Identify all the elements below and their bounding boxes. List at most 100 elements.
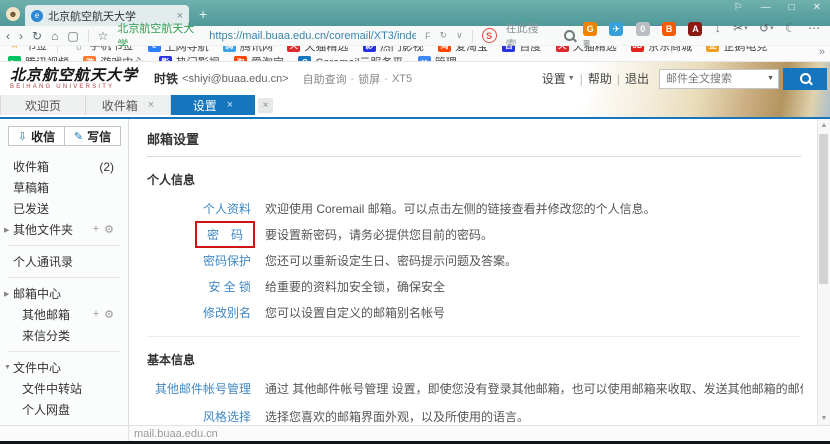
account-settings-gear-icon[interactable]: ⚙ xyxy=(104,308,114,321)
bookmark-penguin-esports[interactable]: 企 企鹅电竞 xyxy=(706,46,767,54)
find-on-page-button[interactable] xyxy=(564,30,575,41)
folder-settings-gear-icon[interactable]: ⚙ xyxy=(104,223,114,236)
refresh-icon[interactable]: ↻ xyxy=(32,29,42,43)
chevron-down-icon[interactable]: ▼ xyxy=(4,364,11,371)
user-email: <shiyi@buaa.edu.cn> xyxy=(182,73,289,85)
close-window-button[interactable]: ✕ xyxy=(804,0,830,15)
more-icon[interactable]: ⋯ xyxy=(808,21,821,35)
help-link[interactable]: 帮助 xyxy=(588,70,612,87)
shopping-bag-icon[interactable]: B xyxy=(662,22,677,36)
session-restore-icon[interactable]: ↺ ▾ xyxy=(759,21,774,35)
sidebar-item-other-folders[interactable]: ▶ 其他文件夹 + ⚙ xyxy=(0,219,128,240)
bookmarks-overflow-icon[interactable]: » xyxy=(817,46,827,58)
bookmark-coremail[interactable]: C Coremail云服务平 xyxy=(298,54,403,62)
close-tab-icon[interactable]: × xyxy=(227,99,233,111)
address-dropdown-icon[interactable]: ∨ xyxy=(456,30,463,41)
bookmark-tencent-video[interactable]: ▶ 腾讯视频 xyxy=(8,54,69,62)
bookmark-star[interactable]: ★ 书签 xyxy=(8,46,58,53)
sidebar-item-personal-disk[interactable]: 个人网盘 xyxy=(0,399,128,420)
settings-menu-link[interactable]: 设置 xyxy=(542,70,566,87)
night-mode-icon[interactable]: ☾ xyxy=(785,21,797,35)
bookmark-tencent[interactable]: 腾 腾讯网 xyxy=(223,46,273,54)
scrollbar-thumb[interactable] xyxy=(819,134,828,284)
tab-settings[interactable]: 设置 × xyxy=(171,95,255,115)
bookmark-tmall-2[interactable]: 天 天猫精选 xyxy=(556,46,617,54)
bookmark-label: 京东商城 xyxy=(648,46,692,54)
search-engine-icon[interactable]: S xyxy=(482,28,497,43)
tab-inbox[interactable]: 收件箱 × xyxy=(86,95,171,115)
tab-grid-icon[interactable]: ▢ xyxy=(67,29,78,43)
sidebar-item-mail-center[interactable]: ▶ 邮箱中心 xyxy=(0,283,128,304)
bookmark-favicon: 天 xyxy=(556,46,569,52)
download-icon[interactable]: ↓ xyxy=(715,21,722,35)
sidebar-item-mail-filters[interactable]: 来信分类 xyxy=(0,325,128,346)
bookmark-mobile[interactable]: ▯ 手机书签 xyxy=(72,46,133,53)
settings-item-link[interactable]: 个人资料 xyxy=(203,202,251,216)
chevron-right-icon[interactable]: ▶ xyxy=(4,226,9,234)
bookmark-taobao-2[interactable]: 淘 爱淘宝 xyxy=(234,54,284,62)
add-folder-button[interactable]: + xyxy=(93,223,99,236)
tab-close-stub[interactable]: × xyxy=(258,98,273,113)
forward-icon[interactable]: › xyxy=(19,29,23,43)
bookmark-taobao[interactable]: 淘 爱淘宝 xyxy=(438,46,488,54)
settings-item-link[interactable]: 修改别名 xyxy=(203,306,251,320)
lock-screen-link[interactable]: 锁屏 xyxy=(358,71,380,87)
settings-item-desc: 要设置新密码，请务必提供您目前的密码。 xyxy=(265,226,493,243)
search-scope-caret-icon[interactable]: ▼ xyxy=(767,75,774,82)
bird-icon[interactable]: ✈ xyxy=(609,22,624,36)
scroll-up-icon[interactable]: ▲ xyxy=(818,122,830,129)
browser-profile-avatar[interactable]: ☻ xyxy=(6,7,20,21)
settings-item-link[interactable]: 密码保护 xyxy=(203,254,251,268)
settings-item-link[interactable]: 密 码 xyxy=(195,221,255,248)
bookmark-movies-3[interactable]: 影 热门影视 xyxy=(159,54,220,62)
bookmark-admin[interactable]: ∷ 管理 xyxy=(418,54,457,62)
sidebar-item-file-transfer[interactable]: 文件中转站 xyxy=(0,378,128,399)
bookmark-nav[interactable]: e 上网导航 xyxy=(148,46,209,54)
chevron-right-icon[interactable]: ▶ xyxy=(4,290,9,298)
mail-search-button[interactable] xyxy=(783,68,827,90)
compose-mail-button[interactable]: ✎ 写信 xyxy=(65,126,121,146)
maximize-button[interactable]: □ xyxy=(780,0,804,15)
logout-link[interactable]: 退出 xyxy=(625,70,649,87)
settings-item-link[interactable]: 安 全 锁 xyxy=(208,280,251,294)
search-icon xyxy=(800,73,811,84)
sidebar-item-contacts[interactable]: 个人通讯录 xyxy=(0,251,128,272)
receive-mail-button[interactable]: ⇩ 收信 xyxy=(8,126,65,146)
settings-item-link[interactable]: 其他邮件帐号管理 xyxy=(155,382,251,396)
address-url[interactable]: https://mail.buaa.edu.cn/coremail/XT3/in… xyxy=(209,30,416,42)
favorite-star-icon[interactable]: ☆ xyxy=(98,29,109,43)
scrollbar[interactable]: ▲ ▼ xyxy=(817,119,830,425)
sidebar-divider xyxy=(8,277,120,278)
sidebar-item-other-accounts[interactable]: 其他邮箱 + ⚙ xyxy=(0,304,128,325)
sidebar-item-inbox[interactable]: 收件箱 (2) xyxy=(0,156,128,177)
sidebar-item-file-center[interactable]: ▼ 文件中心 xyxy=(0,357,128,378)
bookmark-baidu[interactable]: 百 百度 xyxy=(502,46,541,54)
close-tab-icon[interactable]: × xyxy=(148,99,154,111)
chevron-down-icon: ▾ xyxy=(744,24,748,32)
bookmark-jd[interactable]: JD 京东商城 xyxy=(631,46,692,54)
pdf-icon[interactable]: A xyxy=(688,22,703,36)
bookmark-game-center[interactable]: 游 游戏中心 xyxy=(83,54,144,62)
address-extra-icon-f[interactable]: F xyxy=(425,31,431,41)
tab-welcome[interactable]: 欢迎页 xyxy=(0,95,86,115)
sidebar-item-drafts[interactable]: 草稿箱 xyxy=(0,177,128,198)
self-service-link[interactable]: 自助查询 xyxy=(303,71,347,87)
home-icon[interactable]: ⌂ xyxy=(51,29,58,43)
back-icon[interactable]: ‹ xyxy=(6,29,10,43)
address-compat-icon[interactable]: ↻ xyxy=(440,30,448,41)
version-link[interactable]: XT5 xyxy=(392,73,412,85)
bookmark-movies[interactable]: 影 热门影视 xyxy=(363,46,424,54)
screenshot-scissors-icon[interactable]: ✂ ▾ xyxy=(733,21,748,35)
sidebar-item-sent[interactable]: 已发送 xyxy=(0,198,128,219)
minimize-button[interactable]: — xyxy=(752,0,780,15)
add-account-button[interactable]: + xyxy=(93,308,99,321)
feedback-icon[interactable]: ⚐ xyxy=(725,0,752,15)
bookmark-label: 上网导航 xyxy=(165,46,209,54)
game-center-icon[interactable]: G xyxy=(583,22,598,36)
user-name: 时铁 xyxy=(154,70,178,87)
settings-item-link[interactable]: 风格选择 xyxy=(203,410,251,424)
bookmark-tmall[interactable]: 天 天猫精选 xyxy=(287,46,348,54)
mail-search-input[interactable] xyxy=(659,69,779,89)
scroll-down-icon[interactable]: ▼ xyxy=(818,415,830,422)
qq-offline-icon[interactable]: 0 xyxy=(636,22,651,36)
